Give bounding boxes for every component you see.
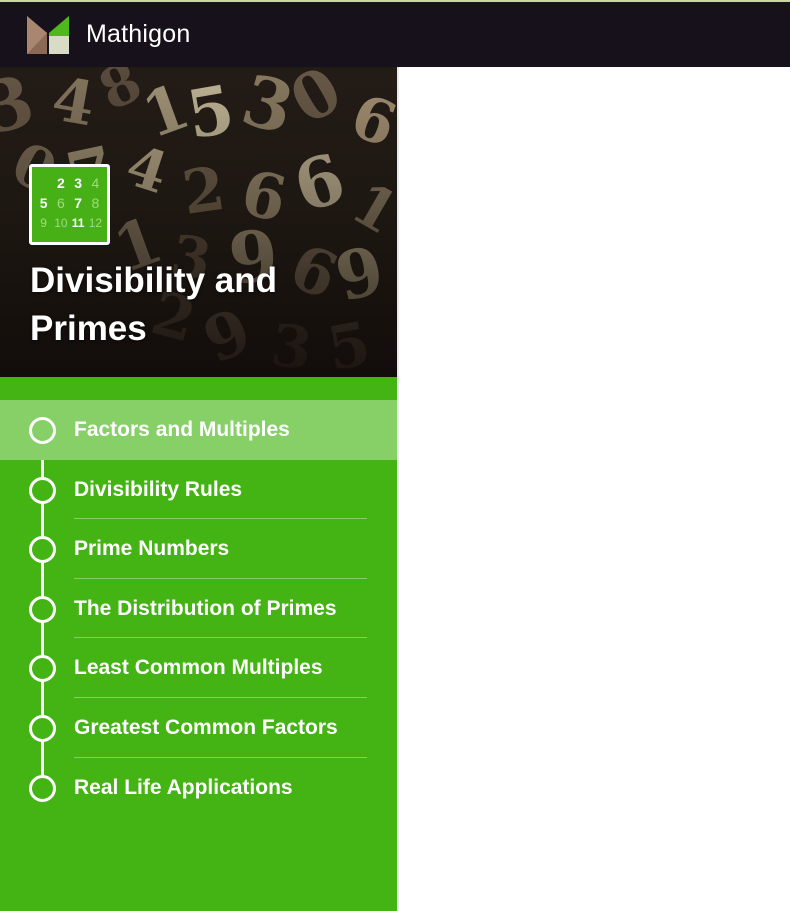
chapter-item-distribution-of-primes[interactable]: The Distribution of Primes bbox=[0, 579, 397, 639]
chapter-item-least-common-multiples[interactable]: Least Common Multiples bbox=[0, 638, 397, 698]
course-hero-banner: 3 4 8 1 5 3 0 6 0 7 4 2 6 6 1 1 3 9 6 9 bbox=[0, 67, 397, 377]
chapter-item-greatest-common-factors[interactable]: Greatest Common Factors bbox=[0, 698, 397, 758]
chapter-list: Factors and Multiples Divisibility Rules… bbox=[0, 400, 397, 817]
chapter-circle-icon bbox=[29, 595, 56, 623]
icon-row-1: 2 3 4 bbox=[56, 175, 100, 191]
chapter-label[interactable]: Prime Numbers bbox=[74, 519, 229, 578]
chapter-circle-icon bbox=[29, 536, 56, 564]
chapter-item-prime-numbers[interactable]: Prime Numbers bbox=[0, 519, 397, 579]
chapter-circle-icon bbox=[29, 417, 56, 444]
chapter-circle-icon bbox=[29, 476, 56, 504]
chapter-item-real-life-applications[interactable]: Real Life Applications bbox=[0, 758, 397, 818]
chapter-label[interactable]: Greatest Common Factors bbox=[74, 698, 338, 757]
brand-name[interactable]: Mathigon bbox=[86, 20, 190, 49]
course-icon-number-grid: 2 3 4 5 6 7 8 9 10 11 12 bbox=[29, 164, 110, 245]
icon-row-2: 5 6 7 8 bbox=[39, 195, 100, 211]
course-title: Divisibility and Primes bbox=[30, 261, 277, 348]
chapter-label[interactable]: The Distribution of Primes bbox=[74, 579, 337, 638]
chapter-label[interactable]: Factors and Multiples bbox=[74, 400, 290, 459]
icon-row-3: 9 10 11 12 bbox=[40, 216, 103, 230]
top-bar: Mathigon bbox=[0, 0, 790, 67]
chapter-label[interactable]: Least Common Multiples bbox=[74, 638, 323, 697]
course-sidebar: 3 4 8 1 5 3 0 6 0 7 4 2 6 6 1 1 3 9 6 9 bbox=[0, 67, 397, 911]
chapter-item-divisibility-rules[interactable]: Divisibility Rules bbox=[0, 460, 397, 520]
chapter-label[interactable]: Real Life Applications bbox=[74, 758, 293, 817]
main-content-area bbox=[399, 67, 790, 911]
chapter-item-factors-and-multiples[interactable]: Factors and Multiples bbox=[0, 400, 397, 460]
mathigon-logo-icon[interactable] bbox=[27, 16, 69, 54]
chapter-circle-icon bbox=[29, 714, 56, 742]
chapter-circle-icon bbox=[29, 655, 56, 683]
chapter-circle-icon bbox=[29, 774, 56, 802]
chapter-label[interactable]: Divisibility Rules bbox=[74, 460, 242, 519]
